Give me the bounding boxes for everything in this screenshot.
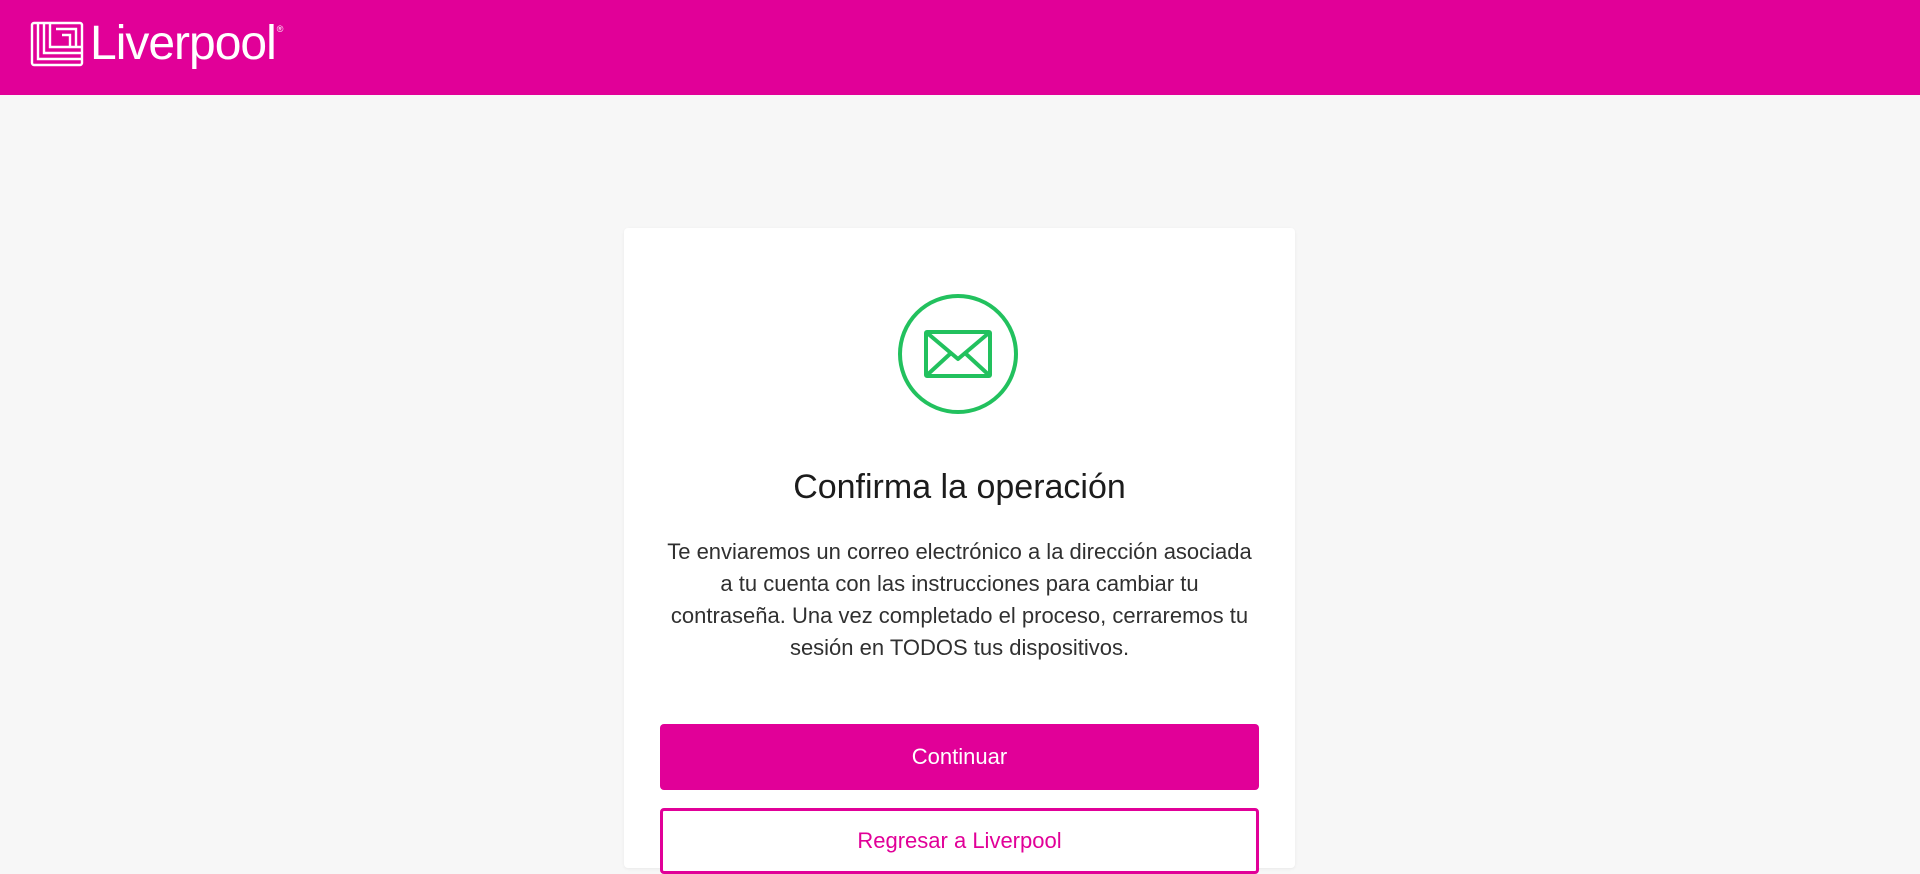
page-title: Confirma la operación: [793, 468, 1126, 506]
mail-envelope-icon: [924, 330, 992, 378]
logo-text: Liverpool: [90, 17, 277, 70]
continue-button[interactable]: Continuar: [660, 724, 1259, 790]
description-text: Te enviaremos un correo electrónico a la…: [667, 539, 1252, 660]
liverpool-logo-mark-icon: [30, 21, 84, 67]
registered-mark: ®: [276, 24, 284, 34]
top-header: Liverpool ®: [0, 0, 1920, 95]
mail-icon-circle: [898, 294, 1018, 414]
confirm-card: Confirma la operación Te enviaremos un c…: [624, 228, 1295, 874]
back-to-liverpool-button[interactable]: Regresar a Liverpool: [660, 808, 1259, 874]
liverpool-logo[interactable]: Liverpool ®: [30, 14, 283, 74]
